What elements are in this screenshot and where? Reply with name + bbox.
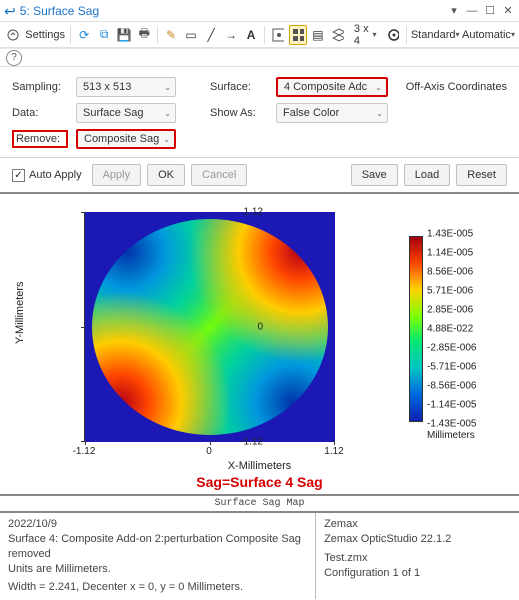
footer-version: Zemax OpticStudio 22.1.2: [324, 532, 511, 547]
ytick: 0: [257, 322, 263, 333]
line-icon[interactable]: ╱: [202, 25, 220, 45]
offaxis-label: Off-Axis Coordinates: [406, 81, 507, 93]
plot-axes: [84, 212, 334, 442]
surface-combo[interactable]: 4 Composite Adc⌄: [276, 77, 388, 97]
close-icon[interactable]: ✕: [501, 4, 515, 18]
showas-label: Show As:: [210, 107, 268, 119]
grid-view-icon[interactable]: [289, 25, 307, 45]
footer-brand: Zemax: [324, 517, 511, 532]
y-axis-label: Y-Millimeters: [14, 281, 26, 344]
surface-label: Surface:: [210, 81, 268, 93]
window-title: 5: Surface Sag: [20, 4, 99, 18]
print-icon[interactable]: 🖶: [135, 25, 153, 45]
footer-date: 2022/10/9: [8, 517, 307, 532]
save-button[interactable]: Save: [351, 164, 398, 186]
back-icon[interactable]: ↩: [4, 4, 16, 18]
auto-apply-checkbox[interactable]: ✓ Auto Apply: [12, 169, 82, 182]
apply-button[interactable]: Apply: [92, 164, 142, 186]
window-icon[interactable]: ▤: [309, 25, 327, 45]
remove-label: Remove:: [12, 130, 68, 148]
copy-icon[interactable]: ⧉: [95, 25, 113, 45]
chart-annotation: Sag=Surface 4 Sag: [0, 474, 519, 490]
minimize-icon[interactable]: —: [465, 4, 479, 18]
title-bar: ↩ 5: Surface Sag ▾ — ☐ ✕: [0, 0, 519, 22]
x-axis-label: X-Millimeters: [0, 460, 519, 472]
layers-icon[interactable]: [329, 25, 347, 45]
ytick: 1.12: [244, 207, 263, 218]
xtick: 1.12: [324, 446, 343, 457]
remove-combo[interactable]: Composite Sag⌄: [76, 129, 176, 149]
ytick: -1.12: [240, 437, 263, 448]
auto-apply-label: Auto Apply: [29, 169, 82, 181]
data-label: Data:: [12, 107, 68, 119]
footer-title: Surface Sag Map: [0, 496, 519, 511]
cancel-button[interactable]: Cancel: [191, 164, 247, 186]
target-icon[interactable]: [384, 25, 402, 45]
arrow-icon[interactable]: →: [222, 25, 240, 45]
toolbar: Settings ⟳ ⧉ 💾 🖶 ✎ ▭ ╱ → A ▤ 3 x 4 Stand…: [0, 22, 519, 48]
footer-file: Test.zmx: [324, 551, 511, 566]
automatic-dropdown[interactable]: Automatic: [462, 25, 515, 45]
showas-combo[interactable]: False Color⌄: [276, 103, 388, 123]
footer-config: Configuration 1 of 1: [324, 566, 511, 581]
chart-area: Y-Millimeters 1.12 0 -1.12 -1.12 0 1.12 …: [0, 194, 519, 494]
footer-info: 2022/10/9 Surface 4: Composite Add-on 2:…: [0, 513, 519, 599]
action-row: ✓ Auto Apply Apply OK Cancel Save Load R…: [0, 158, 519, 194]
dropdown-icon[interactable]: ▾: [447, 4, 461, 18]
footer-width: Width = 2.241, Decenter x = 0, y = 0 Mil…: [8, 580, 307, 595]
sampling-combo[interactable]: 513 x 513⌄: [76, 77, 176, 97]
xtick: -1.12: [73, 446, 96, 457]
sampling-label: Sampling:: [12, 81, 68, 93]
xtick: 0: [206, 446, 212, 457]
standard-dropdown[interactable]: Standard: [410, 25, 460, 45]
heatmap-surface: [85, 212, 335, 442]
colorbar-ticks: 1.43E-005 1.14E-005 8.56E-006 5.71E-006 …: [427, 234, 499, 424]
parameter-panel: Sampling: 513 x 513⌄ Surface: 4 Composit…: [0, 67, 519, 158]
settings-button[interactable]: Settings: [24, 25, 66, 45]
refresh-icon[interactable]: ⟳: [75, 25, 93, 45]
data-combo[interactable]: Surface Sag⌄: [76, 103, 176, 123]
reset-button[interactable]: Reset: [456, 164, 507, 186]
zoom-extent-icon[interactable]: [269, 25, 287, 45]
grid-size-dropdown[interactable]: 3 x 4: [349, 25, 382, 45]
colorbar: [409, 236, 423, 422]
footer-desc: Surface 4: Composite Add-on 2:perturbati…: [8, 532, 307, 562]
text-icon[interactable]: A: [242, 25, 260, 45]
save-icon[interactable]: 💾: [115, 25, 133, 45]
rect-icon[interactable]: ▭: [182, 25, 200, 45]
footer-units: Units are Millimeters.: [8, 562, 307, 577]
settings-expand-icon[interactable]: [4, 25, 22, 45]
maximize-icon[interactable]: ☐: [483, 4, 497, 18]
colorbar-unit: Millimeters: [427, 430, 499, 441]
help-icon[interactable]: ?: [6, 50, 22, 66]
load-button[interactable]: Load: [404, 164, 450, 186]
pencil-icon[interactable]: ✎: [162, 25, 180, 45]
ok-button[interactable]: OK: [147, 164, 185, 186]
